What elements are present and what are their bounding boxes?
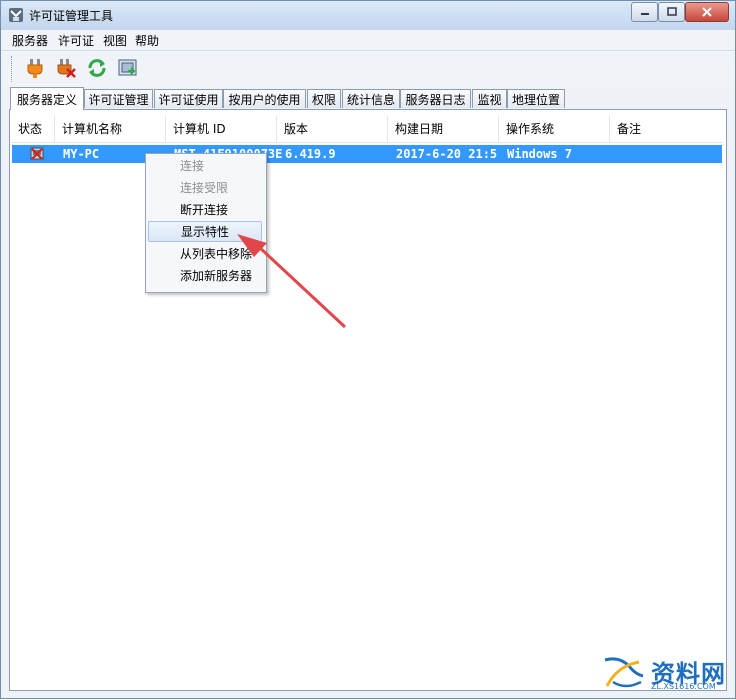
watermark-logo: 资料网 ZL.XS1616.COM xyxy=(599,652,729,694)
xs-logo-icon xyxy=(604,657,644,688)
app-window: 许可证管理工具 服务器 许可证 视图 帮助 服务器定义 许可证管理 许可证使用 … xyxy=(0,0,736,699)
annotation-arrow xyxy=(237,234,347,329)
watermark-url: ZL.XS1616.COM xyxy=(651,682,716,691)
